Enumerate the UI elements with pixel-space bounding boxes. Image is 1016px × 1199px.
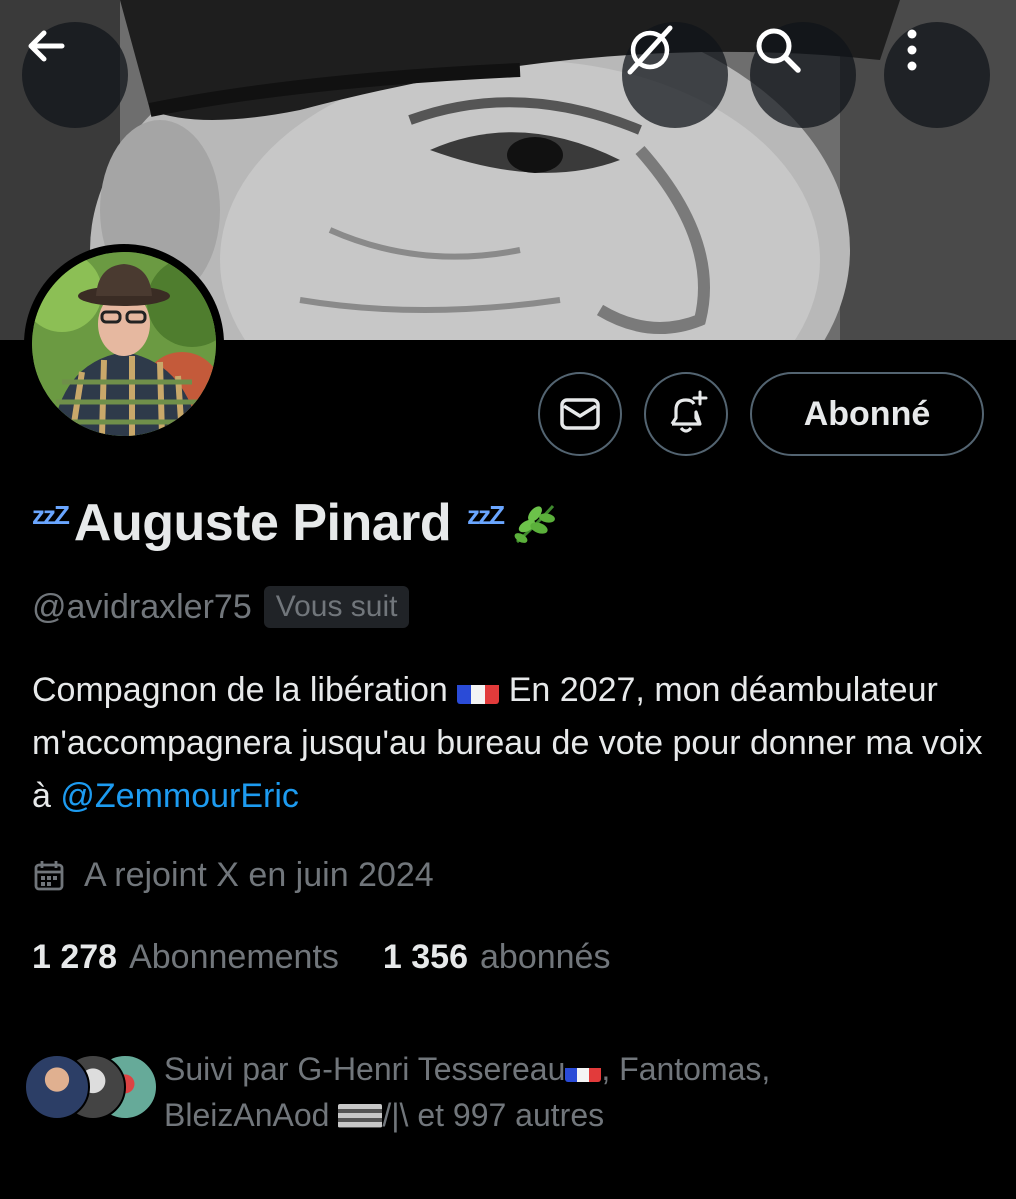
display-name: Auguste Pinard	[73, 494, 452, 552]
display-name-row: zzZ Auguste Pinard zzZ	[32, 488, 559, 558]
zzz-emoji: zzZ	[467, 499, 505, 530]
back-button[interactable]	[22, 22, 128, 128]
avatar-image	[32, 252, 216, 436]
notifications-button[interactable]	[644, 372, 728, 456]
bio-text: Compagnon de la libération	[32, 671, 448, 709]
following-count: 1 278	[32, 938, 118, 976]
profile-bio: Compagnon de la libération En 2027, mon …	[32, 664, 992, 823]
zzz-emoji: zzZ	[32, 499, 70, 530]
bell-plus-icon	[670, 390, 708, 433]
follower-name: BleizAnAod	[164, 1097, 330, 1133]
joined-date-row: A rejoint X en juin 2024	[32, 856, 434, 895]
followed-by-prefix: Suivi par	[164, 1051, 289, 1087]
search-icon	[756, 28, 801, 73]
france-flag-icon	[457, 676, 500, 704]
grok-button[interactable]	[622, 22, 728, 128]
more-button[interactable]	[884, 22, 990, 128]
profile-avatar[interactable]	[24, 244, 224, 444]
follow-stats: 1 278 Abonnements 1 356 abonnés	[32, 938, 610, 977]
joined-date: A rejoint X en juin 2024	[84, 856, 434, 894]
more-vertical-icon	[907, 29, 917, 71]
search-button[interactable]	[750, 22, 856, 128]
following-button[interactable]: Abonné	[750, 372, 984, 456]
grok-icon	[627, 25, 673, 75]
bio-mention-link[interactable]: @ZemmourEric	[60, 777, 299, 815]
followed-by-avatars	[24, 1054, 158, 1120]
followed-by-row[interactable]: Suivi par G-Henri Tessereau , Fantomas, B…	[24, 1046, 1004, 1166]
envelope-icon	[560, 398, 600, 430]
followed-by-text: Suivi par G-Henri Tessereau , Fantomas, B…	[164, 1046, 984, 1138]
followed-by-suffix: /|\ et 997 autres	[382, 1097, 605, 1133]
following-label: Abonnements	[129, 938, 339, 976]
follower-name: , Fantomas,	[601, 1051, 771, 1087]
france-flag-icon	[565, 1058, 602, 1082]
handle-row: @avidraxler75 Vous suit	[32, 586, 410, 628]
followers-count: 1 356	[382, 938, 468, 976]
follows-you-badge: Vous suit	[263, 586, 410, 628]
followers-label: abonnés	[480, 938, 611, 976]
calendar-icon	[34, 860, 64, 890]
avatar	[24, 1054, 90, 1120]
arrow-left-icon	[28, 30, 65, 62]
brittany-flag-icon	[338, 1104, 383, 1128]
following-stat[interactable]: 1 278 Abonnements	[32, 938, 339, 977]
herb-emoji-icon	[514, 504, 555, 544]
follower-name: G-Henri Tessereau	[297, 1051, 566, 1087]
handle: @avidraxler75	[32, 587, 252, 626]
message-button[interactable]	[538, 372, 622, 456]
followers-stat[interactable]: 1 356 abonnés	[383, 938, 611, 977]
